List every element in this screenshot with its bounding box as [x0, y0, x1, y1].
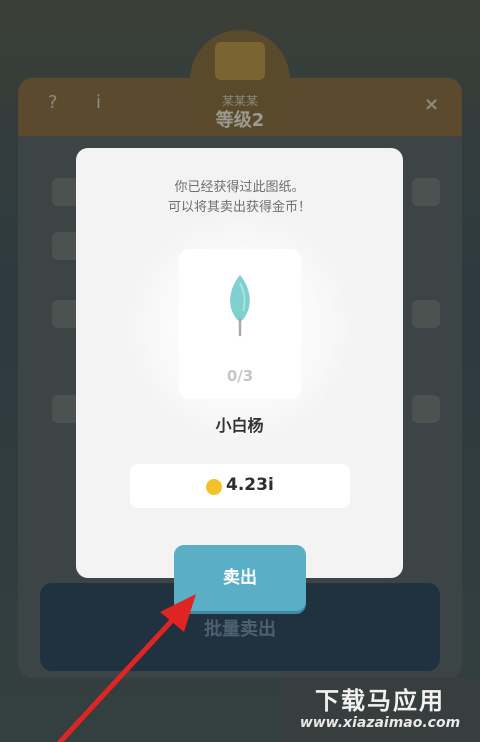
message-line-2: 可以将其卖出获得金币！	[167, 200, 311, 215]
sell-price: 4.23i	[226, 475, 274, 495]
background-item	[412, 178, 440, 206]
sell-dialog: 你已经获得过此图纸。 可以将其卖出获得金币！ 0/3 小白杨 4.23i	[76, 148, 403, 578]
item-card: 0/3	[179, 249, 301, 399]
background-item	[412, 395, 440, 423]
bulk-sell-label: 批量卖出	[204, 619, 276, 640]
item-name: 小白杨	[215, 416, 264, 435]
gold-coin-icon	[206, 479, 222, 495]
background-item	[412, 300, 440, 328]
watermark-url: www.xiazaimao.com	[299, 715, 461, 731]
price-bar: 4.23i	[130, 464, 350, 508]
watermark: 下载马应用 www.xiazaimao.com	[282, 677, 478, 742]
collection-progress: 0/3	[226, 367, 254, 385]
sell-button[interactable]: 卖出	[174, 545, 306, 611]
chest-icon	[215, 42, 265, 80]
background-title: 等级2	[215, 110, 265, 131]
help-icon[interactable]: ?	[48, 92, 58, 113]
dialog-message: 你已经获得过此图纸。 可以将其卖出获得金币！	[76, 178, 403, 218]
watermark-title: 下载马应用	[315, 687, 445, 715]
poplar-leaf-icon	[230, 275, 250, 337]
message-line-1: 你已经获得过此图纸。	[174, 180, 305, 195]
info-icon[interactable]: i	[96, 92, 101, 113]
background-top-strip	[0, 0, 480, 30]
close-icon[interactable]: ×	[424, 94, 439, 115]
